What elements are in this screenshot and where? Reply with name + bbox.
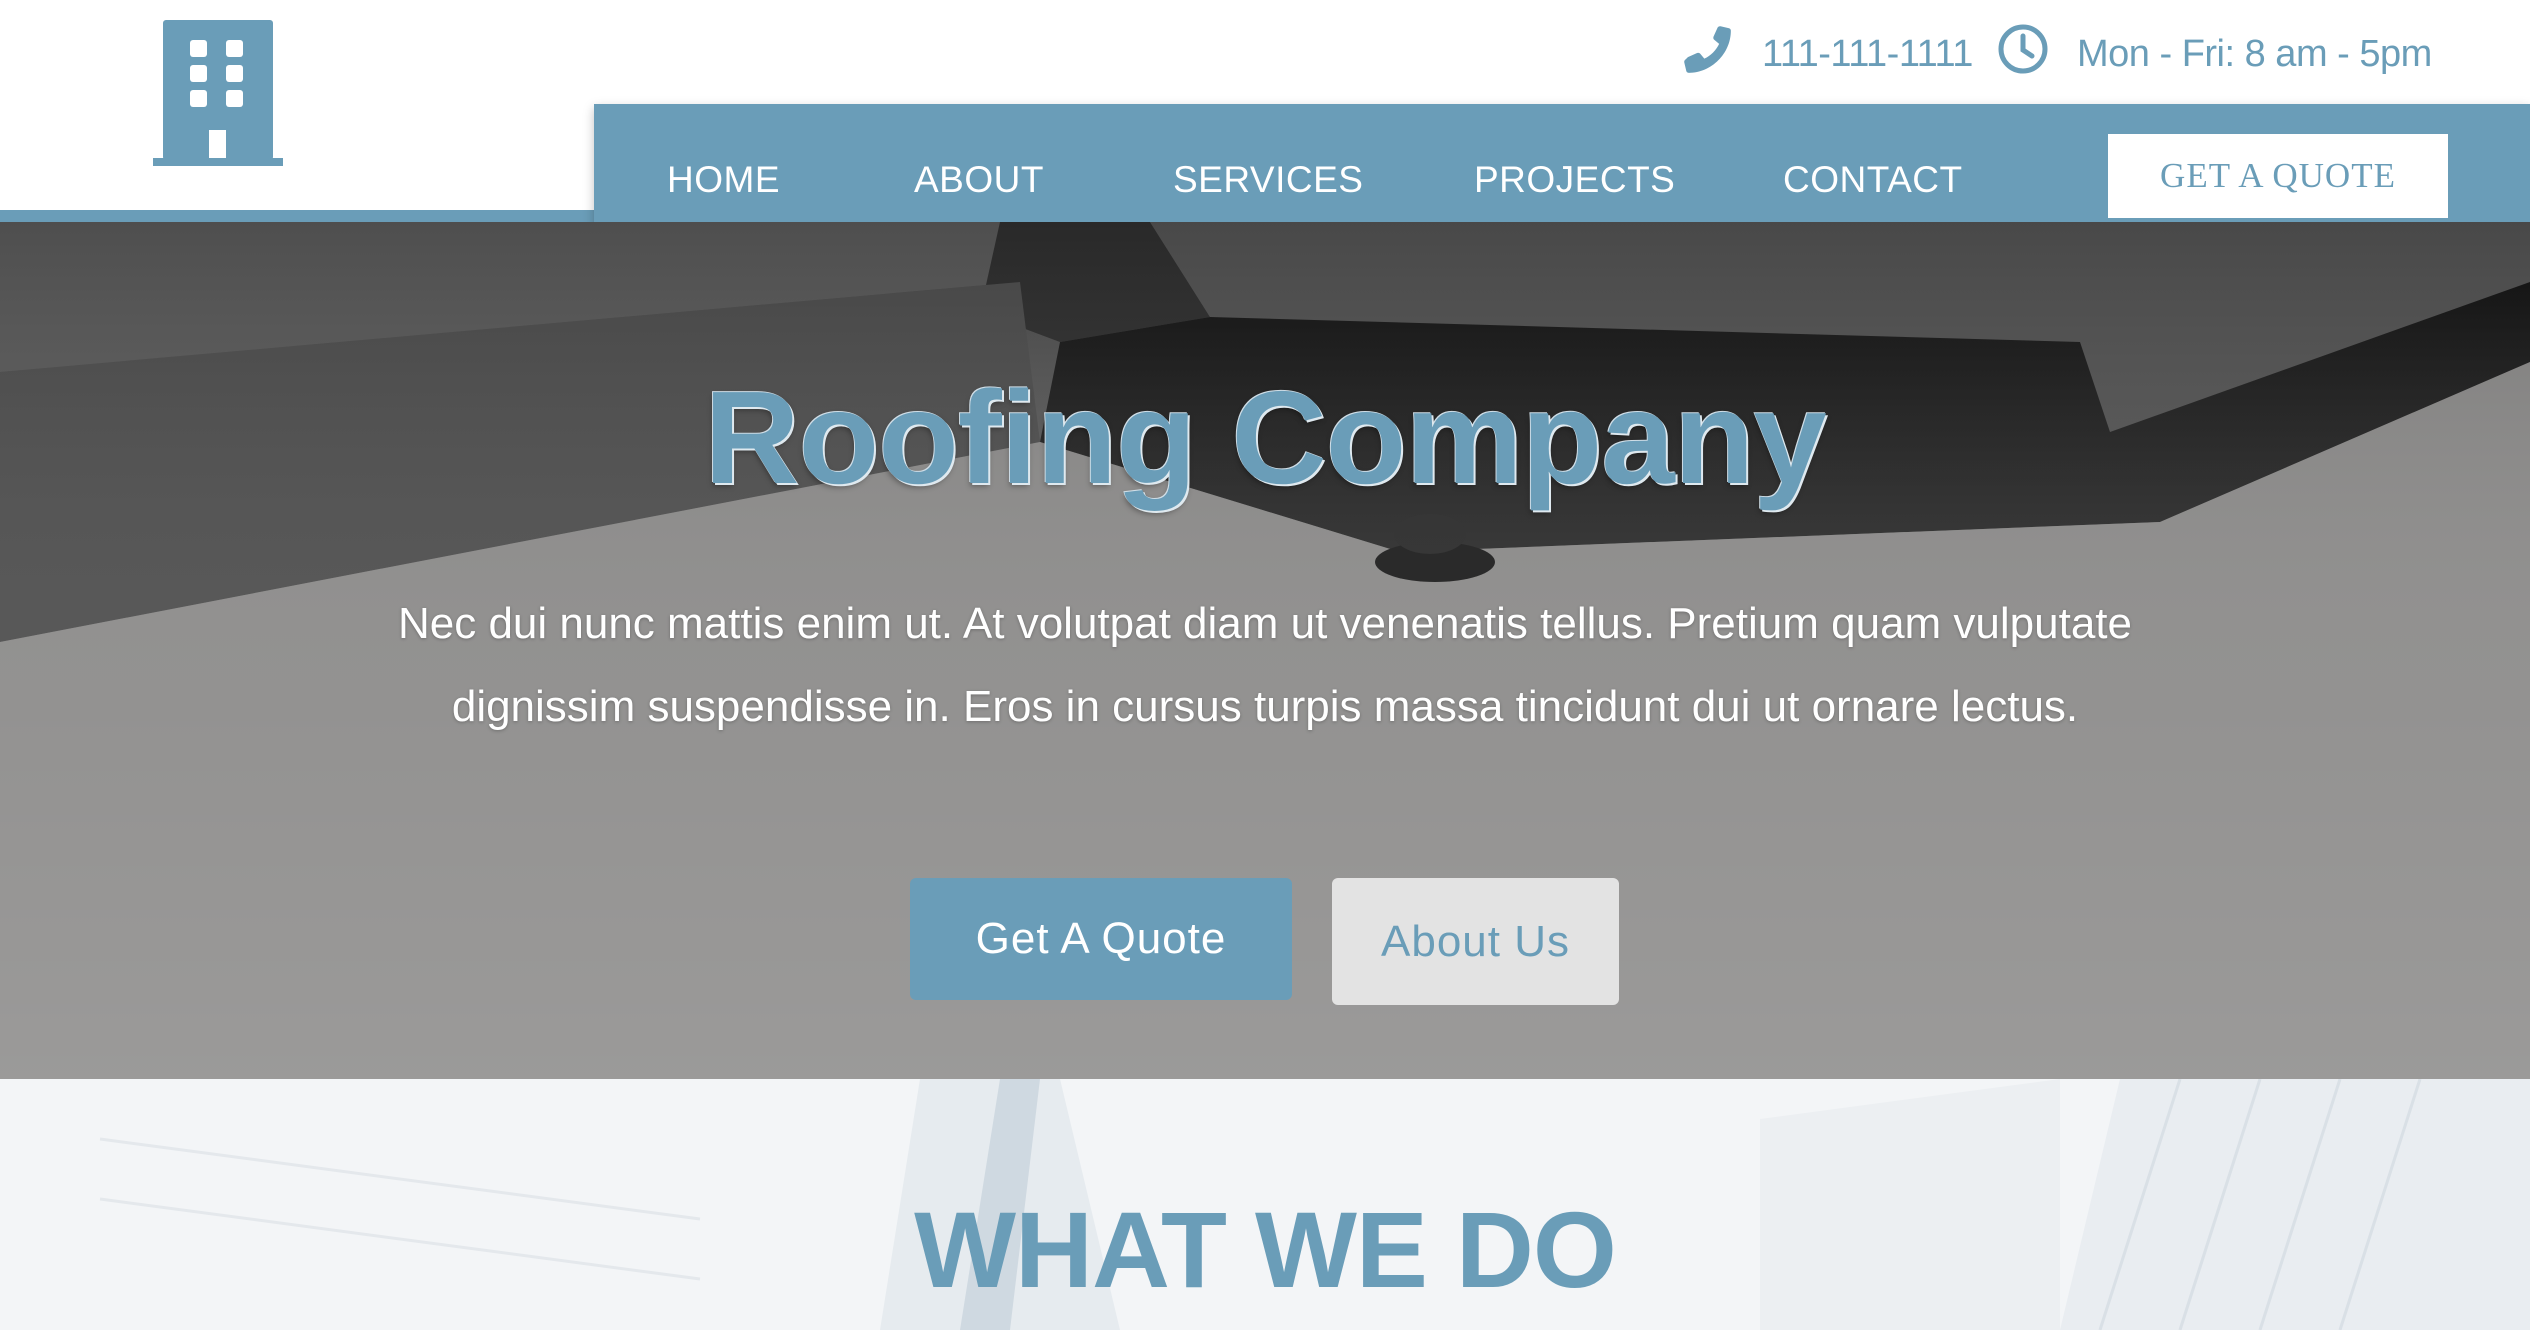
- site-header: 111-111-1111 Mon - Fri: 8 am - 5pm HOME …: [0, 0, 2530, 256]
- about-us-button[interactable]: About Us: [1332, 878, 1619, 1005]
- what-we-do-title: WHAT WE DO: [914, 1189, 1617, 1310]
- phone-icon: [1680, 22, 1762, 86]
- contact-bar: 111-111-1111 Mon - Fri: 8 am - 5pm: [1530, 18, 2530, 90]
- hero-title: Roofing Company: [704, 364, 1827, 511]
- header-accent-rule: [0, 210, 600, 222]
- hours-text: Mon - Fri: 8 am - 5pm: [2077, 32, 2432, 75]
- business-hours: Mon - Fri: 8 am - 5pm: [1997, 18, 2432, 90]
- get-quote-button[interactable]: Get A Quote: [910, 878, 1292, 1000]
- hero-description: Nec dui nunc mattis enim ut. At volutpat…: [397, 599, 2132, 731]
- nav-get-quote-button[interactable]: GET A QUOTE: [2108, 134, 2448, 218]
- what-we-do-section: WHAT WE DO: [0, 1079, 2530, 1330]
- clock-icon: [1997, 23, 2077, 85]
- phone-contact[interactable]: 111-111-1111: [1680, 18, 1973, 90]
- phone-number: 111-111-1111: [1762, 32, 1973, 75]
- building-icon[interactable]: [153, 20, 283, 166]
- hero-section: Roofing Company Nec dui nunc mattis enim…: [0, 222, 2530, 1079]
